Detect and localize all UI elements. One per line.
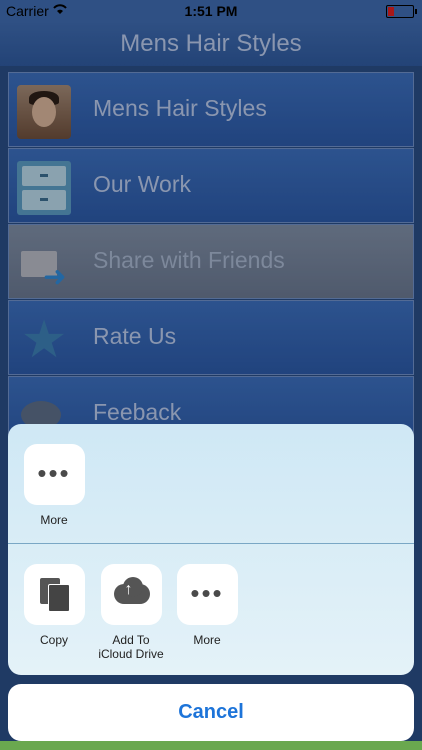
ad-banner[interactable] xyxy=(0,741,422,750)
share-sheet-row-actions: Copy ↑ Add To iCloud Drive ••• More xyxy=(8,544,414,675)
action-label: More xyxy=(193,633,221,647)
icloud-upload-icon: ↑ xyxy=(100,564,162,625)
more-dots-icon: ••• xyxy=(176,564,238,625)
more-dots-icon: ••• xyxy=(23,444,85,505)
add-to-icloud-drive-button[interactable]: ↑ Add To iCloud Drive xyxy=(91,564,171,661)
share-sheet-row-apps: ••• More xyxy=(8,424,414,543)
action-label: More xyxy=(40,513,68,527)
cancel-label: Cancel xyxy=(178,701,244,723)
more-apps-button[interactable]: ••• More xyxy=(14,444,94,527)
copy-docs-icon xyxy=(23,564,85,625)
copy-button[interactable]: Copy xyxy=(14,564,94,647)
share-sheet: ••• More Copy ↑ Add To iCloud Drive ••• … xyxy=(8,424,414,675)
cancel-button[interactable]: Cancel xyxy=(8,684,414,741)
action-label: Copy xyxy=(39,633,68,647)
action-label: Add To iCloud Drive xyxy=(98,633,164,661)
more-actions-button[interactable]: ••• More xyxy=(167,564,247,647)
